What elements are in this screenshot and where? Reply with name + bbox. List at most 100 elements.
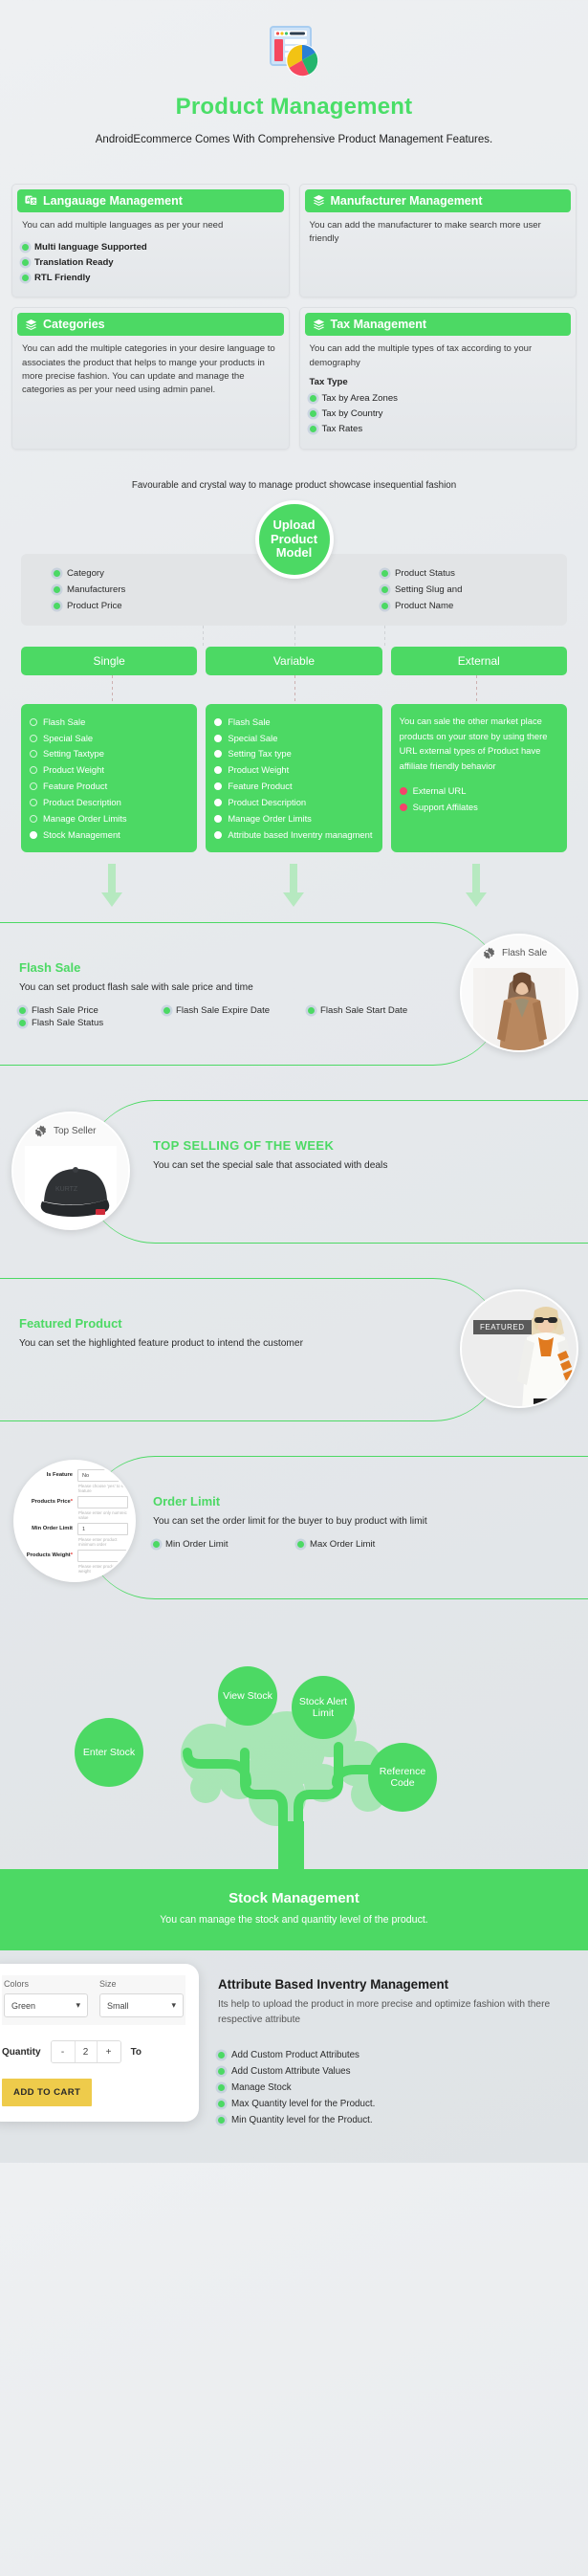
bullet-label: Add Custom Product Attributes	[231, 2050, 359, 2061]
card-description: You can add the multiple categories in y…	[22, 343, 275, 396]
radio-icon	[30, 766, 37, 775]
quantity-stepper[interactable]: - 2 +	[50, 2040, 121, 2064]
list-item: RTL Friendly	[22, 270, 279, 285]
item-label: Product Weight	[43, 764, 104, 776]
list-item: Stock Management	[30, 827, 188, 844]
colors-select[interactable]: Green ▾	[4, 1993, 88, 2018]
type-connectors	[21, 674, 567, 704]
row-bullet-list: Min Order Limit Max Order Limit	[153, 1539, 573, 1550]
list-item: Manage Order Limits	[30, 811, 188, 827]
row-title: Order Limit	[153, 1494, 221, 1509]
row-text: Order Limit You can set the order limit …	[153, 1494, 573, 1550]
form-row: Products Weight*	[21, 1550, 128, 1563]
model-left-column: Category Manufacturers Product Price	[54, 565, 207, 614]
bullet-label: Category	[67, 567, 104, 579]
field-label: Is Feature	[46, 1472, 73, 1479]
list-item: Manage Order Limits	[214, 811, 373, 827]
card-body: You can add the multiple categories in y…	[12, 341, 289, 416]
type-item-list: External URL Support Affilates	[399, 782, 558, 815]
row-text: Flash Sale You can set product flash sal…	[19, 960, 445, 1028]
field-hint: Please choose 'yes' to set feature	[78, 1484, 127, 1494]
section-tagline: Favourable and crystal way to manage pro…	[131, 479, 457, 491]
list-item: Min Order Limit	[153, 1539, 272, 1550]
item-label: Setting Taxtype	[43, 748, 104, 760]
list-item: Tax by Area Zones	[309, 391, 567, 407]
list-item: Support Affilates	[399, 799, 558, 815]
type-pill-variable[interactable]: Variable	[206, 646, 382, 675]
attribute-description: Its help to upload the product in more p…	[218, 1999, 551, 2026]
item-label: Setting Tax type	[228, 748, 292, 760]
row-title: Flash Sale	[19, 960, 81, 976]
arrow-down-icon	[99, 864, 124, 913]
bullet-dot-icon	[218, 2068, 225, 2076]
size-label: Size	[99, 1979, 117, 1990]
photo-chip: Top Seller	[34, 1125, 96, 1137]
row-description: You can set product flash sale with sale…	[19, 982, 253, 994]
type-pill-single[interactable]: Single	[21, 646, 198, 675]
quantity-label: Quantity	[2, 2046, 41, 2058]
chevron-down-icon: ▾	[171, 2000, 176, 2011]
quantity-value[interactable]: 2	[74, 2041, 98, 2063]
row-text: Featured Product You can set the highlig…	[19, 1316, 435, 1351]
item-label: Manage Order Limits	[228, 813, 312, 825]
attribute-title: Attribute Based Inventry Management	[218, 1977, 449, 1993]
upload-product-model-circle: Upload Product Model	[254, 499, 334, 579]
model-right-column: Product Status Setting Slug and Product …	[381, 565, 534, 614]
type-label: External	[457, 653, 500, 668]
card-body: You can add the multiple types of tax ac…	[300, 341, 577, 449]
bullet-label: Flash Sale Status	[32, 1017, 104, 1028]
card-header: A 文 Langauage Management	[17, 188, 284, 212]
item-label: Feature Product	[43, 781, 108, 792]
item-label: Product Weight	[228, 764, 290, 776]
type-body-external: You can sale the other market place prod…	[390, 703, 567, 853]
connector-line	[294, 674, 295, 704]
cap-product-figure: KURTZ	[40, 1167, 110, 1218]
bullet-label: Manage Stock	[231, 2082, 292, 2094]
quantity-decrease-button[interactable]: -	[51, 2041, 75, 2063]
list-item: Add Custom Product Attributes	[218, 2047, 573, 2063]
bullet-label: Product Status	[395, 567, 455, 579]
list-item: Product Price	[54, 598, 207, 614]
bullet-label: Setting Slug and	[395, 583, 463, 595]
list-item: Flash Sale Price	[19, 1005, 139, 1016]
min-order-limit-field[interactable]: 1	[77, 1523, 128, 1536]
list-item: Translation Ready	[22, 254, 279, 270]
connector-line	[475, 674, 477, 704]
quantity-increase-button[interactable]: +	[97, 2041, 120, 2063]
list-item: Flash Sale Status	[19, 1018, 139, 1028]
type-pill-external[interactable]: External	[390, 646, 567, 675]
connector-line	[294, 625, 295, 647]
tree-node-reference-code[interactable]: Reference Code	[368, 1743, 437, 1813]
item-label: Stock Management	[43, 829, 120, 841]
upload-product-model-diagram: Upload Product Model Category Manufactur…	[0, 498, 588, 647]
arrow-down-icon	[281, 864, 306, 913]
bullet-label: Max Order Limit	[310, 1538, 376, 1550]
list-item: Min Quantity level for the Product.	[218, 2112, 573, 2128]
attribute-inventory-section: Colors Green ▾ Size Small ▾ Quantity - 2…	[0, 1950, 588, 2163]
bullet-dot-icon	[381, 569, 388, 577]
bullet-dot-icon	[153, 1540, 160, 1548]
tree-node-enter-stock[interactable]: Enter Stock	[75, 1718, 143, 1788]
form-row: Is Feature No	[21, 1469, 128, 1483]
radio-icon	[30, 717, 37, 726]
products-weight-field[interactable]	[77, 1550, 128, 1563]
products-price-field[interactable]	[77, 1496, 128, 1509]
model-figure	[517, 1307, 575, 1407]
node-label: Enter Stock	[82, 1747, 136, 1759]
radio-icon	[30, 734, 37, 742]
bullet-label: Flash Sale Expire Date	[176, 1004, 271, 1016]
card-body: You can add the manufacturer to make sea…	[300, 217, 577, 265]
type-item-list: Flash Sale Special Sale Setting Tax type…	[214, 714, 373, 844]
bullet-dot-icon	[309, 410, 316, 418]
featured-product-photo: FEATURED	[460, 1289, 578, 1409]
size-select[interactable]: Small ▾	[99, 1993, 184, 2018]
product-dashboard-pie-icon	[263, 23, 326, 82]
attribute-bullet-list: Add Custom Product Attributes Add Custom…	[218, 2047, 573, 2128]
top-seller-product-photo: Top Seller KURTZ	[11, 1112, 130, 1231]
list-item: Special Sale	[214, 730, 373, 746]
type-pill-row: Single Variable External	[0, 646, 588, 675]
add-to-cart-button[interactable]: ADD TO CART	[2, 2079, 93, 2107]
connector-line	[111, 674, 113, 704]
item-label: Special Sale	[228, 732, 278, 743]
item-label: Feature Product	[228, 781, 293, 792]
